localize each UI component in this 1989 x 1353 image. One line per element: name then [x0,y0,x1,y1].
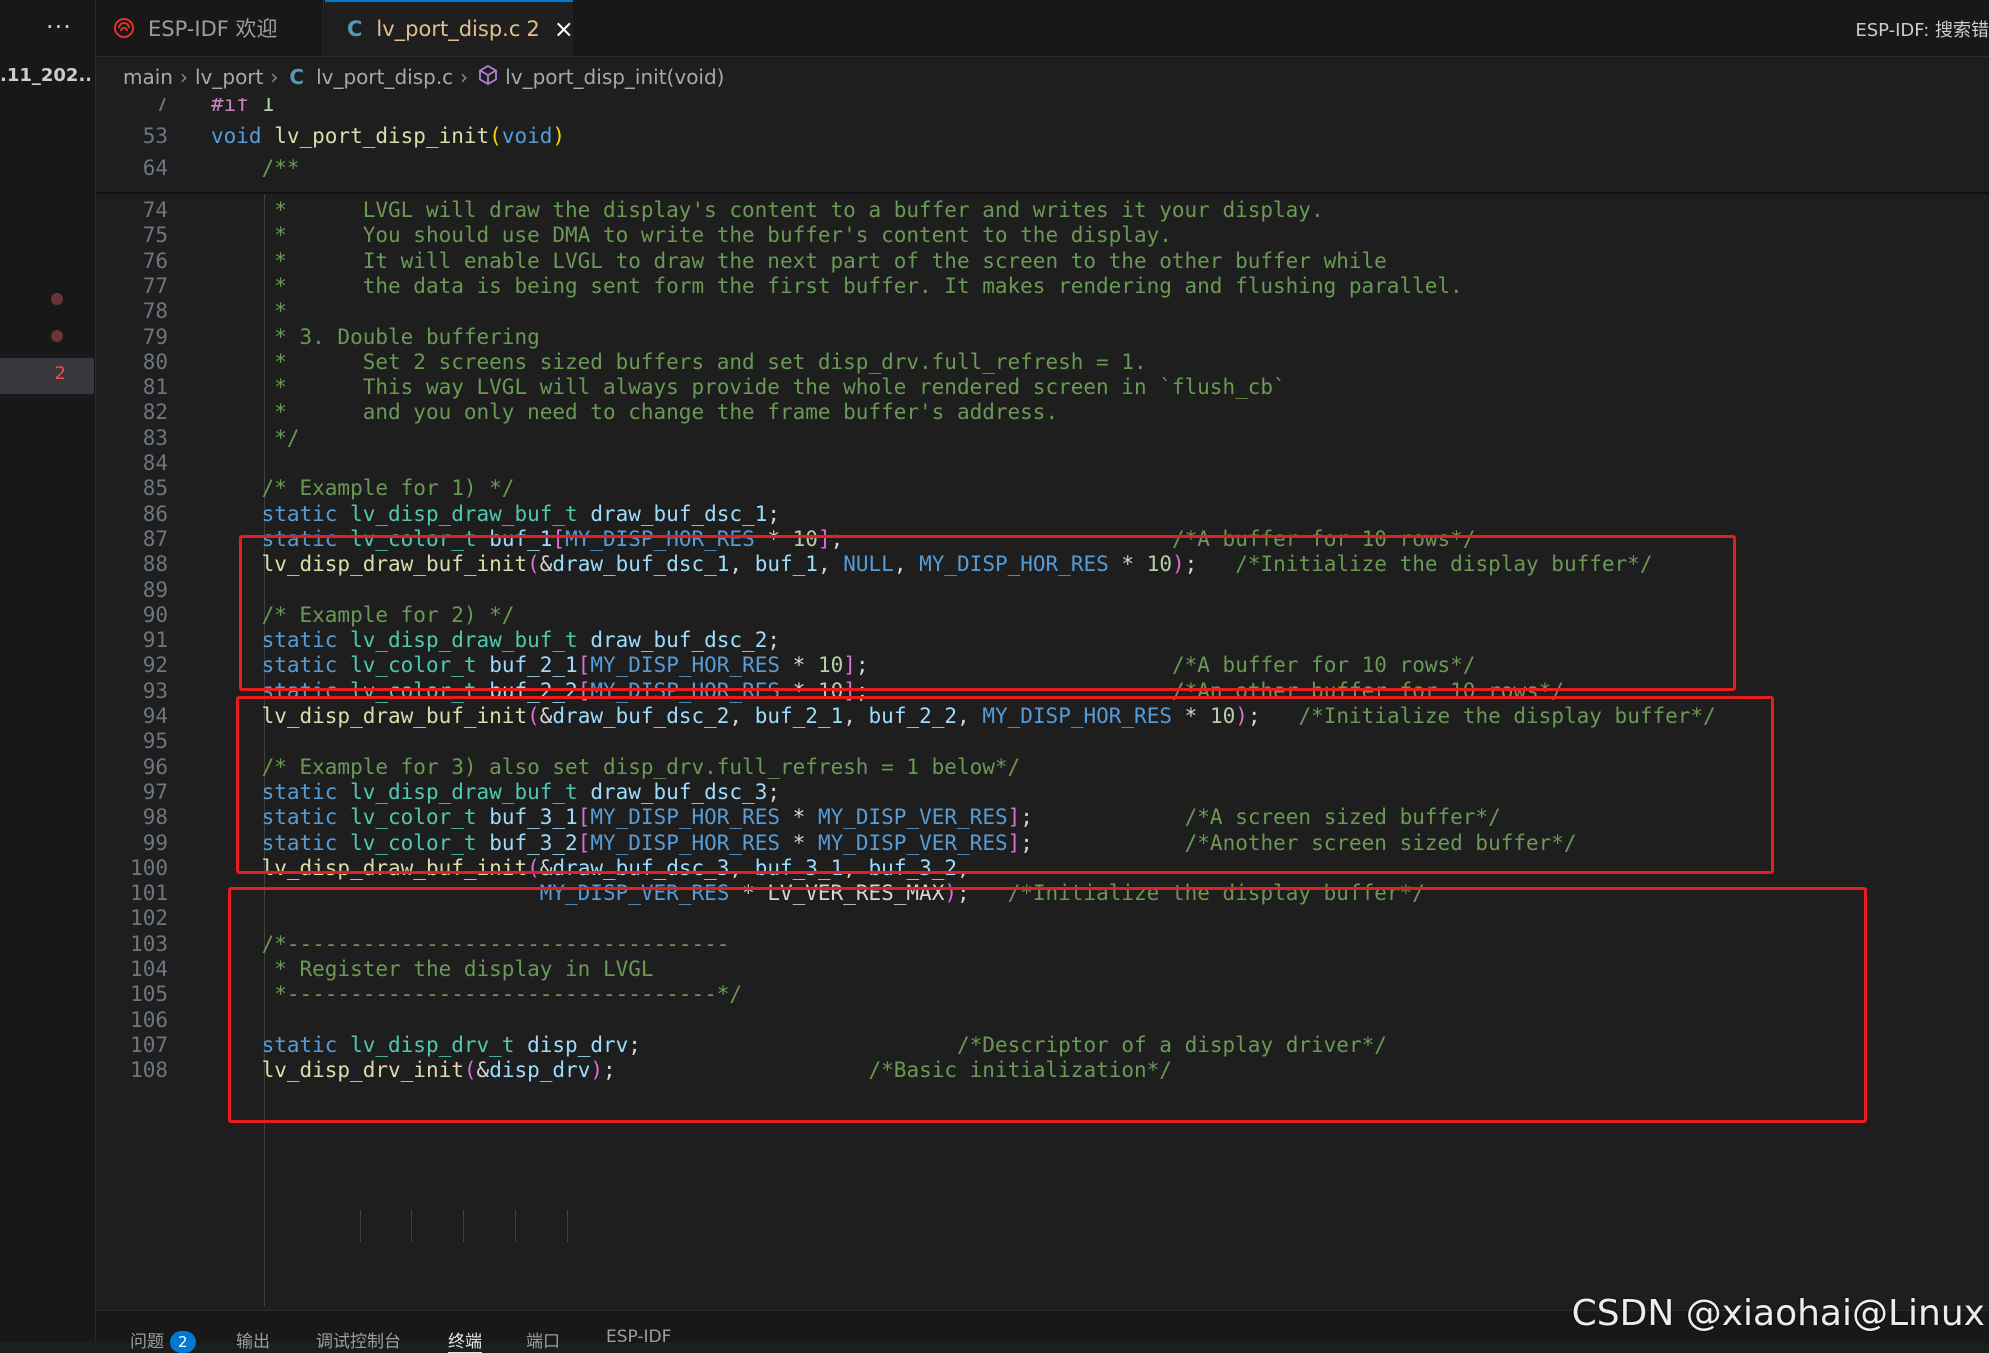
highlight-box-example-2 [236,696,1774,874]
editor-tab-bar: ESP-IDF 欢迎 C lv_port_disp.c 2 × ESP-IDF:… [96,0,1989,57]
tab-label: lv_port_disp.c [376,17,521,41]
tab-label: 问题 [130,1332,164,1352]
line-number: 108 [130,1058,168,1083]
highlight-box-example-3 [228,887,1867,1123]
breadcrumb-item[interactable]: lv_port_disp.c [316,65,453,89]
code-text: void lv_port_disp_init(void) [211,120,565,152]
chevron-right-icon: › [460,65,469,89]
code-text: /** [211,152,300,184]
line-number: 53 [142,124,168,148]
chevron-right-icon: › [179,65,188,89]
sticky-scroll-shadow [96,192,1989,195]
code-token: ) [552,124,566,148]
tab-problem-count: 2 [526,17,540,41]
indent-guide [463,1210,464,1242]
problem-count: 2 [54,363,66,384]
tab-espidf[interactable]: ESP-IDF [606,1327,671,1347]
code-token: void [501,124,553,148]
c-file-icon: C [347,17,363,41]
code-text: #if 1 [211,98,274,120]
line-number: 7 [155,98,168,116]
code-token: #if [211,98,249,116]
code-line[interactable]: 64 /** [96,152,1989,184]
code-token: lv_port_disp_init [274,124,490,148]
modified-dot-icon [51,330,63,342]
problems-badge: 2 [170,1331,196,1353]
breadcrumb-item[interactable]: main [123,65,173,89]
tab-ports[interactable]: 端口 [526,1327,560,1352]
tab-label: ESP-IDF 欢迎 [148,17,278,41]
indent-guide [515,1210,516,1242]
tab-terminal[interactable]: 终端 [448,1327,482,1353]
close-icon[interactable]: × [554,17,574,41]
explorer-folder-title[interactable]: .11_202... [0,65,90,86]
modified-dot-icon [51,293,63,305]
more-actions-icon[interactable]: ··· [44,12,74,42]
breadcrumb: main › lv_port › C lv_port_disp.c › lv_p… [123,62,725,92]
indent-guide [411,1210,412,1242]
tab-problems[interactable]: 问题 2 [130,1327,196,1353]
chevron-right-icon: › [270,65,279,89]
explorer-selected-item[interactable]: 2 [0,358,94,394]
code-token: void [211,124,262,148]
watermark: CSDN @xiaohai@Linux [1571,1293,1985,1334]
tab-debug-console[interactable]: 调试控制台 [316,1327,401,1352]
line-number: 64 [142,156,168,180]
code-token: ( [489,124,502,148]
espidf-logo-icon [114,18,134,38]
breadcrumb-item[interactable]: lv_port [195,65,263,89]
c-file-icon: C [289,65,305,89]
code-token: /** [261,156,300,180]
explorer-panel: ··· .11_202... 2 [0,0,96,1342]
tab-lv-port-disp[interactable]: C lv_port_disp.c 2 × [325,0,574,56]
code-line[interactable]: 53 void lv_port_disp_init(void) [96,120,1989,152]
indent-guide [360,1210,361,1242]
tab-espidf-welcome[interactable]: ESP-IDF 欢迎 [96,0,324,56]
espidf-search-label[interactable]: ESP-IDF: 搜索错 [1855,16,1989,42]
code-line[interactable]: 7 #if 1 [96,98,1989,120]
code-token: 1 [261,98,275,116]
function-cube-icon [479,64,498,90]
indent-guide [567,1210,568,1242]
tab-output[interactable]: 输出 [236,1327,270,1352]
highlight-box-example-1 [239,535,1736,691]
breadcrumb-item[interactable]: lv_port_disp_init(void) [505,65,724,89]
